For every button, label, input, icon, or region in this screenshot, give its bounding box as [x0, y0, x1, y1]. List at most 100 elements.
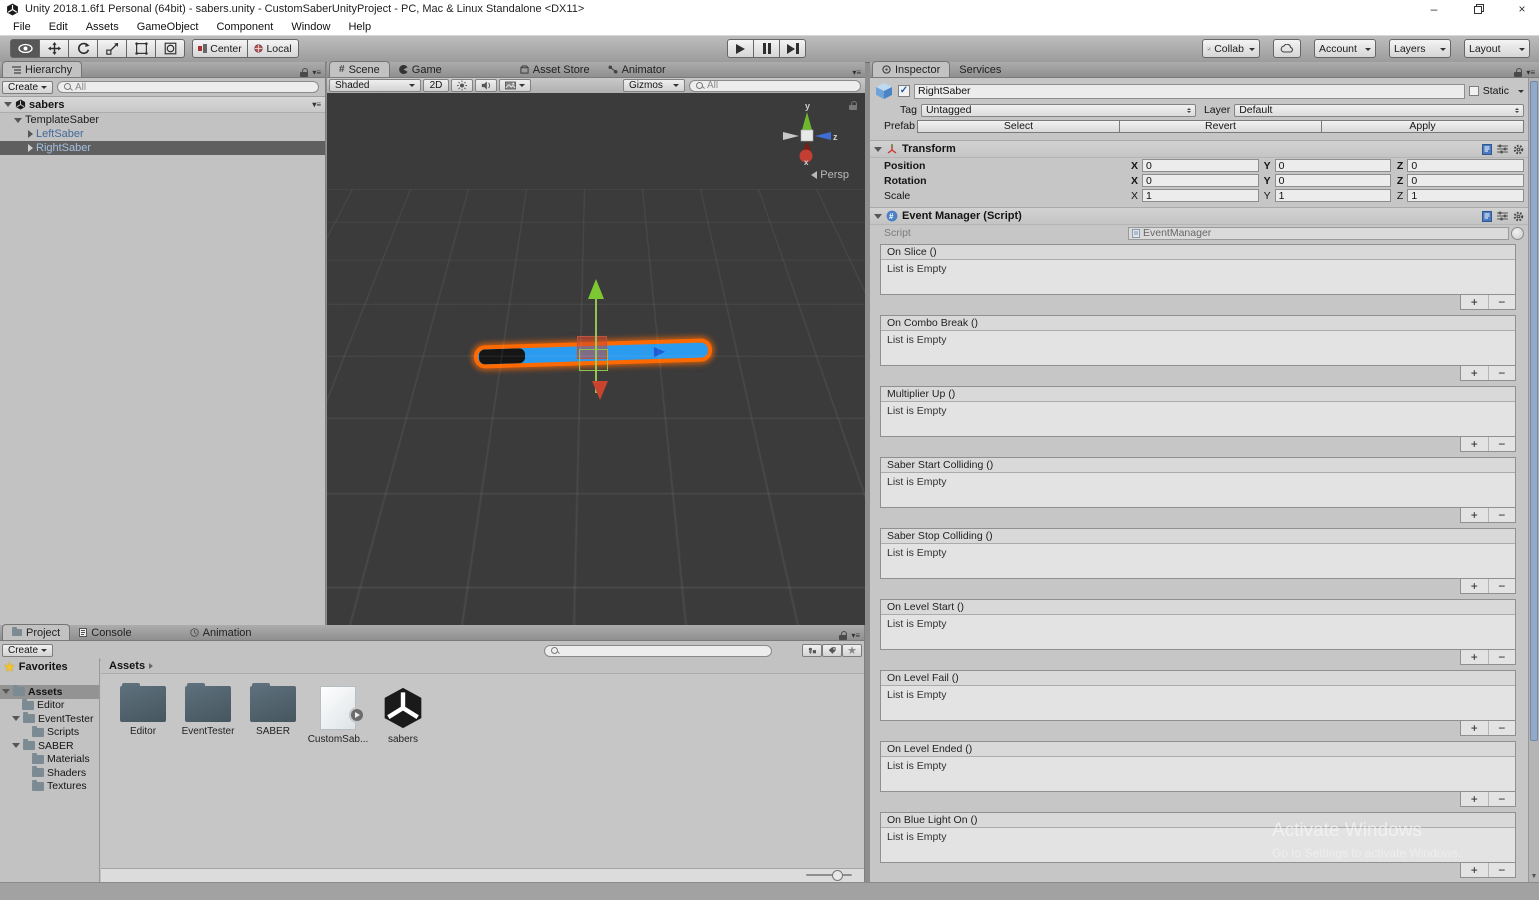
- object-picker-icon[interactable]: [1511, 227, 1524, 240]
- restore-button[interactable]: [1471, 0, 1485, 18]
- menu-help[interactable]: Help: [339, 18, 380, 36]
- scene-header-row[interactable]: sabers ▾≡: [0, 97, 325, 113]
- move-tool-button[interactable]: [39, 39, 69, 58]
- play-button[interactable]: [727, 39, 754, 58]
- inspector-scrollbar[interactable]: ▼: [1528, 78, 1539, 882]
- tree-item-scripts[interactable]: Scripts: [0, 726, 99, 740]
- tree-item-editor[interactable]: Editor: [0, 699, 99, 713]
- animator-tab[interactable]: Animator: [599, 62, 675, 77]
- transform-tool-button[interactable]: [155, 39, 185, 58]
- add-event-button[interactable]: +: [1461, 366, 1489, 380]
- remove-event-button[interactable]: −: [1489, 508, 1516, 522]
- foldout-open-icon[interactable]: [874, 214, 882, 219]
- preset-icon[interactable]: [1497, 211, 1508, 221]
- prefab-revert-button[interactable]: Revert: [1119, 120, 1322, 133]
- add-event-button[interactable]: +: [1461, 295, 1489, 309]
- menu-file[interactable]: File: [4, 18, 40, 36]
- reference-doc-icon[interactable]: [1482, 211, 1492, 222]
- search-by-label-button[interactable]: [822, 644, 842, 657]
- step-button[interactable]: [779, 39, 806, 58]
- panel-menu-icon[interactable]: ▾≡: [852, 68, 861, 77]
- inspector-tab[interactable]: Inspector: [872, 61, 950, 77]
- remove-event-button[interactable]: −: [1489, 366, 1516, 380]
- hierarchy-item-leftsaber[interactable]: LeftSaber: [0, 127, 325, 141]
- asset-item-customsaber[interactable]: CustomSab...: [314, 686, 362, 745]
- remove-event-button[interactable]: −: [1489, 792, 1516, 806]
- add-event-button[interactable]: +: [1461, 508, 1489, 522]
- add-event-button[interactable]: +: [1461, 721, 1489, 735]
- tree-item-materials[interactable]: Materials: [0, 753, 99, 767]
- remove-event-button[interactable]: −: [1489, 650, 1516, 664]
- close-button[interactable]: ×: [1515, 0, 1529, 18]
- scene-tab[interactable]: # Scene: [329, 61, 390, 77]
- icon-size-slider[interactable]: [806, 874, 852, 876]
- shading-mode-dropdown[interactable]: Shaded: [329, 79, 421, 92]
- services-tab[interactable]: Services: [950, 62, 1010, 77]
- lock-icon[interactable]: [849, 101, 857, 110]
- console-tab[interactable]: Console: [70, 625, 140, 640]
- project-create-button[interactable]: Create: [2, 644, 53, 657]
- panel-menu-icon[interactable]: ▾≡: [851, 631, 860, 640]
- project-search-input[interactable]: [544, 645, 772, 657]
- asset-store-tab[interactable]: Asset Store: [511, 62, 599, 77]
- scrollbar-down-arrow-icon[interactable]: ▼: [1529, 873, 1539, 880]
- remove-event-button[interactable]: −: [1489, 863, 1516, 877]
- menu-assets[interactable]: Assets: [77, 18, 128, 36]
- asset-item-eventtester[interactable]: EventTester: [184, 686, 232, 745]
- layers-button[interactable]: Layers: [1389, 39, 1451, 58]
- handle-local-button[interactable]: Local: [247, 39, 299, 58]
- layer-dropdown[interactable]: Default: [1234, 104, 1524, 117]
- static-checkbox[interactable]: [1469, 86, 1479, 96]
- active-checkbox[interactable]: ✓: [898, 85, 910, 97]
- foldout-closed-icon[interactable]: [28, 144, 33, 152]
- tree-item-shaders[interactable]: Shaders: [0, 766, 99, 780]
- tag-dropdown[interactable]: Untagged: [921, 104, 1196, 117]
- account-button[interactable]: Account: [1314, 39, 1376, 58]
- scene-audio-button[interactable]: [475, 79, 497, 92]
- remove-event-button[interactable]: −: [1489, 579, 1516, 593]
- remove-event-button[interactable]: −: [1489, 437, 1516, 451]
- position-x-field[interactable]: 0: [1142, 159, 1259, 172]
- panel-menu-icon[interactable]: ▾≡: [312, 68, 321, 77]
- scale-z-field[interactable]: 1: [1407, 189, 1524, 202]
- scene-effects-button[interactable]: [499, 79, 531, 92]
- add-event-button[interactable]: +: [1461, 863, 1489, 877]
- foldout-open-icon[interactable]: [14, 118, 22, 123]
- foldout-open-icon[interactable]: [12, 716, 20, 721]
- position-y-field[interactable]: 0: [1275, 159, 1392, 172]
- scale-tool-button[interactable]: [97, 39, 127, 58]
- gizmos-dropdown[interactable]: Gizmos: [623, 79, 685, 92]
- 2d-toggle-button[interactable]: 2D: [423, 79, 449, 92]
- lock-icon[interactable]: [839, 631, 847, 640]
- position-z-field[interactable]: 0: [1407, 159, 1524, 172]
- rotation-y-field[interactable]: 0: [1275, 174, 1392, 187]
- minimize-button[interactable]: –: [1427, 0, 1441, 18]
- asset-item-editor[interactable]: Editor: [119, 686, 167, 745]
- tree-item-assets[interactable]: Assets: [0, 685, 99, 699]
- menu-edit[interactable]: Edit: [40, 18, 77, 36]
- foldout-open-icon[interactable]: [12, 743, 20, 748]
- remove-event-button[interactable]: −: [1489, 295, 1516, 309]
- gear-icon[interactable]: [1513, 144, 1524, 155]
- gameobject-name-field[interactable]: [914, 84, 1465, 99]
- tree-item-eventtester[interactable]: EventTester: [0, 712, 99, 726]
- pivot-center-button[interactable]: Center: [192, 39, 248, 58]
- rect-tool-button[interactable]: [126, 39, 156, 58]
- favorites-filter-button[interactable]: ★: [842, 644, 862, 657]
- gear-icon[interactable]: [1513, 211, 1524, 222]
- breadcrumb[interactable]: Assets: [101, 658, 864, 674]
- search-by-type-button[interactable]: [802, 644, 822, 657]
- orientation-gizmo[interactable]: y z x: [775, 99, 839, 165]
- rotation-x-field[interactable]: 0: [1142, 174, 1259, 187]
- slider-knob[interactable]: [832, 870, 843, 881]
- tree-item-saber[interactable]: SABER: [0, 739, 99, 753]
- scene-viewport[interactable]: y z x Persp: [327, 93, 865, 625]
- add-event-button[interactable]: +: [1461, 792, 1489, 806]
- menu-gameobject[interactable]: GameObject: [128, 18, 208, 36]
- hand-tool-button[interactable]: [10, 39, 40, 58]
- foldout-open-icon[interactable]: [4, 102, 12, 107]
- layout-button[interactable]: Layout: [1464, 39, 1530, 58]
- scale-y-field[interactable]: 1: [1275, 189, 1392, 202]
- foldout-closed-icon[interactable]: [28, 130, 33, 138]
- asset-item-saber[interactable]: SABER: [249, 686, 297, 745]
